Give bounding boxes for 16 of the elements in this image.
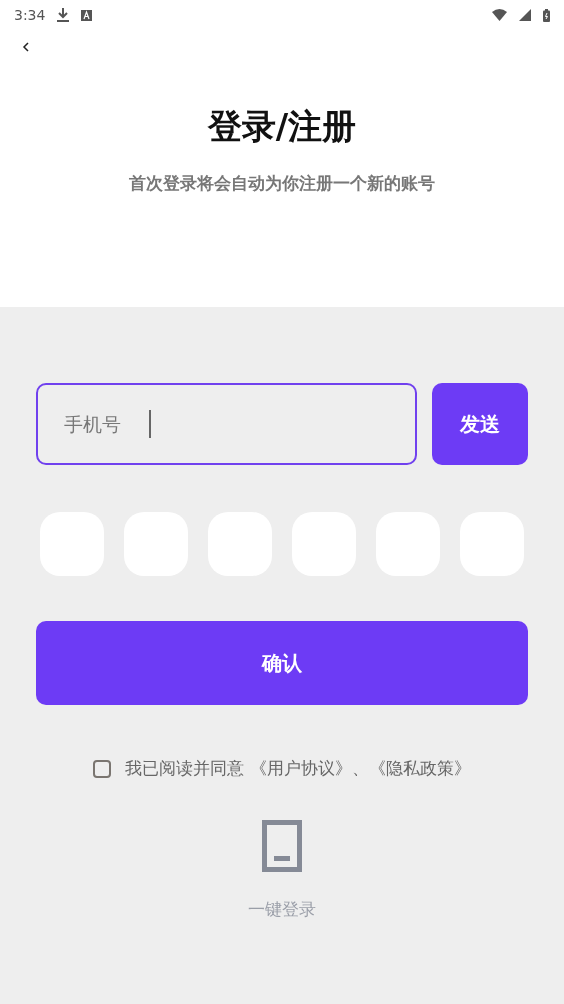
send-button[interactable]: 发送	[432, 383, 528, 465]
wifi-icon	[492, 9, 507, 21]
phone-input-field[interactable]: 手机号	[36, 383, 417, 465]
download-icon	[57, 8, 70, 22]
status-time: 3:34	[14, 7, 46, 23]
signal-icon	[519, 9, 531, 21]
battery-icon	[543, 8, 550, 22]
agreement-checkbox[interactable]	[93, 759, 112, 778]
page-title: 登录/注册	[206, 105, 358, 148]
keyboard-notification-icon	[81, 9, 93, 21]
phone-icon[interactable]	[262, 820, 302, 872]
text-cursor	[149, 410, 151, 438]
confirm-button[interactable]: 确认	[36, 621, 528, 705]
page-subtitle: 首次登录将会自动为你注册一个新的账号	[128, 172, 436, 195]
back-icon[interactable]	[20, 40, 32, 54]
agreement-text: 我已阅读并同意 《用户协议》、《隐私政策》	[125, 757, 471, 780]
